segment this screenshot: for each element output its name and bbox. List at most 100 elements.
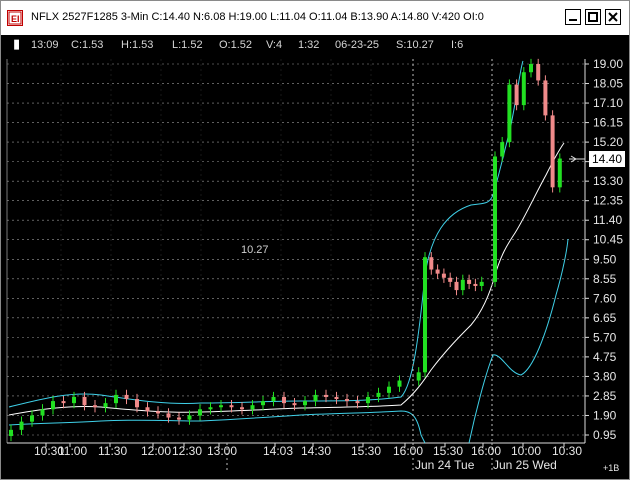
date-label-jun25: Jun 25 Wed bbox=[493, 458, 557, 472]
y-tick-label: 18.05 bbox=[593, 77, 623, 91]
close-button[interactable] bbox=[605, 9, 621, 25]
candle-body bbox=[493, 156, 497, 282]
candle-body bbox=[240, 407, 244, 410]
restore-button[interactable] bbox=[585, 9, 601, 25]
title-bar[interactable]: EI NFLX 2527F1285 3-Min C:14.40 N:6.08 H… bbox=[1, 1, 629, 35]
candle-body bbox=[543, 80, 548, 116]
x-tick-label: 16:00 bbox=[471, 444, 501, 458]
candle-body bbox=[198, 409, 202, 416]
x-tick-label: 12:00 bbox=[141, 444, 171, 458]
candle-body bbox=[500, 142, 505, 157]
candle-body bbox=[550, 115, 555, 188]
x-tick-label: 11:00 bbox=[58, 444, 87, 458]
window-title: NFLX 2527F1285 3-Min C:14.40 N:6.08 H:19… bbox=[31, 11, 484, 23]
candle-body bbox=[376, 392, 381, 397]
candle-body bbox=[507, 84, 512, 143]
candle-body bbox=[355, 401, 360, 404]
x-tick-label: 14:03 bbox=[263, 444, 293, 458]
candle-body bbox=[187, 415, 192, 420]
x-tick-label: 15:30 bbox=[351, 444, 381, 458]
y-tick-label: 7.60 bbox=[593, 291, 617, 305]
candle-body bbox=[177, 417, 181, 420]
x-tick-label: 11:30 bbox=[98, 444, 127, 458]
app-icon: EI bbox=[7, 10, 23, 26]
y-axis-labels: 19.00 18.05 17.10 16.15 15.20 13.30 12.35 11.40… bbox=[585, 57, 623, 442]
x-tick-label: 10:30 bbox=[552, 444, 582, 458]
candle-body bbox=[435, 269, 440, 274]
candle-body bbox=[387, 386, 391, 393]
candle-body bbox=[536, 64, 541, 81]
candle-body bbox=[429, 257, 434, 270]
candle-body bbox=[103, 403, 108, 408]
y-tick-label: 12.35 bbox=[593, 194, 623, 208]
y-tick-label: 1.90 bbox=[593, 408, 617, 422]
svg-text:EI: EI bbox=[11, 14, 20, 24]
y-tick-label: 4.75 bbox=[593, 350, 617, 364]
y-tick-label: 6.65 bbox=[593, 311, 617, 325]
y-tick-label: 16.15 bbox=[593, 116, 623, 130]
x-tick-label: 10:00 bbox=[511, 444, 541, 458]
candle-body bbox=[156, 411, 160, 414]
candle-body bbox=[82, 396, 87, 406]
candle-body bbox=[282, 396, 286, 404]
candle-body bbox=[124, 394, 129, 400]
candle-body bbox=[473, 283, 478, 286]
minimize-button[interactable] bbox=[565, 9, 581, 25]
candle-body bbox=[19, 421, 24, 430]
candle-body bbox=[345, 399, 349, 402]
candle-body bbox=[521, 72, 526, 106]
candle-body bbox=[397, 380, 402, 387]
y-tick-label: 17.10 bbox=[593, 96, 623, 110]
candle-body bbox=[261, 401, 265, 406]
chart-window: EI NFLX 2527F1285 3-Min C:14.40 N:6.08 H… bbox=[0, 0, 630, 480]
candle-body bbox=[93, 405, 97, 408]
close-icon bbox=[608, 12, 618, 22]
candle-body bbox=[334, 396, 339, 400]
candle-body bbox=[416, 372, 421, 381]
candle-body bbox=[324, 394, 328, 397]
y-tick-label: 10.45 bbox=[593, 233, 623, 247]
candle-body bbox=[514, 84, 519, 106]
minimize-icon bbox=[569, 19, 577, 21]
grid-lines bbox=[7, 59, 585, 443]
y-tick-label: 13.30 bbox=[593, 174, 623, 188]
candle-body bbox=[479, 281, 484, 286]
candle-body bbox=[145, 407, 150, 412]
date-label-jun24: Jun 24 Tue bbox=[415, 458, 475, 472]
candle-body bbox=[292, 403, 297, 406]
corner-label: +1B bbox=[603, 463, 619, 473]
y-tick-label: 0.95 bbox=[593, 428, 617, 442]
chart-area[interactable]: ▮ 13:09 C:1.53 H:1.53 L:1.52 O:1.52 V:4 … bbox=[1, 35, 629, 479]
candle-body bbox=[114, 394, 118, 404]
y-tick-label: 19.00 bbox=[593, 57, 623, 71]
candle-body bbox=[441, 273, 446, 278]
price-plot: 10.27 19.00 18.05 17.10 16.15 15.20 13.30 12.3… bbox=[6, 57, 625, 473]
y-tick-label: 9.50 bbox=[593, 252, 617, 266]
y-tick-label: 5.70 bbox=[593, 330, 617, 344]
candlesticks bbox=[9, 58, 562, 442]
x-tick-label: 12:30 bbox=[172, 444, 202, 458]
candle-body bbox=[313, 394, 318, 402]
y-tick-label: 15.20 bbox=[593, 135, 623, 149]
candle-body bbox=[9, 429, 13, 437]
x-tick-label: 16:00 bbox=[393, 444, 423, 458]
y-tick-label: 8.55 bbox=[593, 272, 617, 286]
candle-body bbox=[61, 401, 66, 404]
candle-body bbox=[30, 415, 34, 422]
y-tick-label: 3.80 bbox=[593, 369, 617, 383]
candle-body bbox=[529, 64, 533, 73]
candle-body bbox=[271, 396, 276, 402]
y-tick-label: 2.85 bbox=[593, 389, 617, 403]
y-tick-label: 11.40 bbox=[593, 213, 622, 227]
candle-body bbox=[557, 158, 562, 188]
candle-body bbox=[166, 413, 171, 418]
candle-body bbox=[366, 396, 370, 404]
candle-body bbox=[460, 279, 465, 291]
candle-body bbox=[303, 401, 307, 406]
candle-body bbox=[208, 407, 213, 410]
price-annotation: 10.27 bbox=[241, 244, 269, 256]
x-tick-label: 13:00 bbox=[207, 444, 237, 458]
candle-body bbox=[135, 399, 139, 408]
x-axis-labels: 10:30 11:00 11:30 12:00 12:30 13:00 14:03 14:30… bbox=[34, 443, 582, 458]
candle-body bbox=[423, 257, 427, 373]
